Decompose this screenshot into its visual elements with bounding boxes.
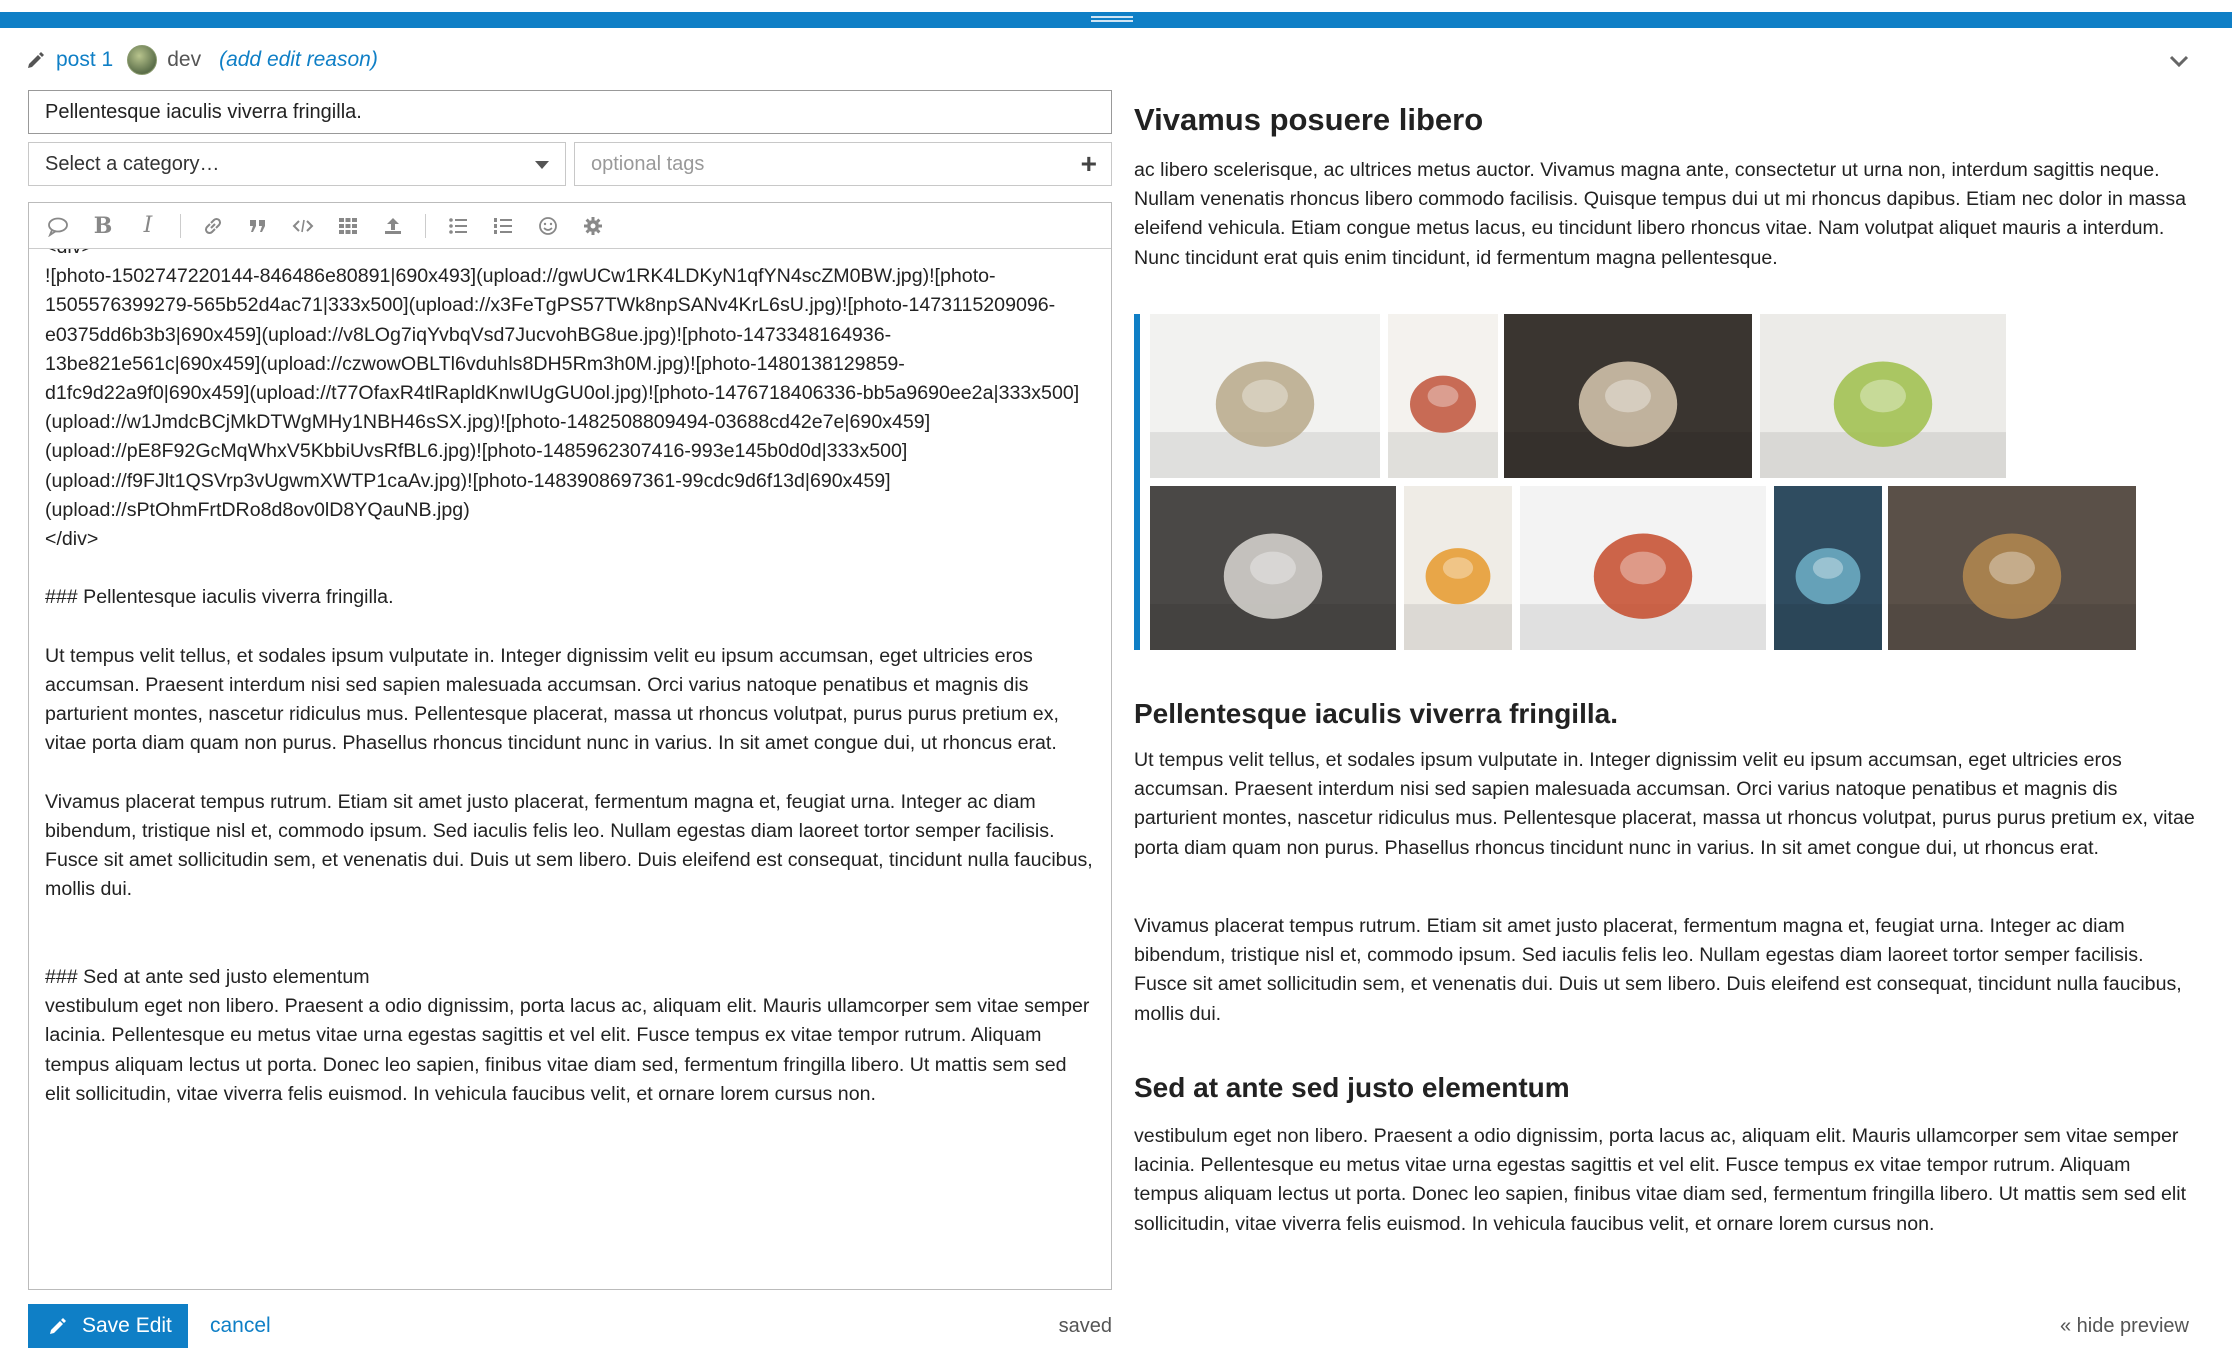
- gear-icon[interactable]: [580, 213, 606, 239]
- editor-toolbar: B I: [29, 203, 1111, 249]
- preview-heading: Pellentesque iaculis viverra fringilla.: [1134, 698, 1618, 729]
- toolbar-divider: [180, 213, 181, 238]
- bold-icon[interactable]: B: [90, 213, 116, 239]
- post-link[interactable]: post 1: [56, 48, 113, 72]
- link-icon[interactable]: [200, 213, 226, 239]
- editor-line: [45, 613, 1095, 642]
- pencil-icon: [28, 52, 44, 68]
- citrus-bottle-photo[interactable]: [1760, 314, 2006, 478]
- preview-pane: Vivamus posuere libero ac libero sceleri…: [1134, 92, 2196, 1292]
- title-input[interactable]: Pellentesque iaculis viverra fringilla.: [28, 90, 1112, 134]
- preview-paragraph: Vivamus placerat tempus rutrum. Etiam si…: [1134, 915, 2182, 1025]
- composer-footer: Save Edit cancel saved: [28, 1304, 1112, 1348]
- code-icon[interactable]: [290, 213, 316, 239]
- berry-tray-photo[interactable]: [1774, 486, 1882, 650]
- chevron-down-icon[interactable]: [2166, 48, 2192, 74]
- editor-line: </div>: [45, 528, 99, 551]
- editor-line: [45, 759, 1095, 788]
- cookie-jar-photo[interactable]: [1150, 486, 1396, 650]
- caret-down-icon: [535, 161, 549, 169]
- editor-line: [45, 905, 1095, 934]
- editor-line: vestibulum eget non libero. Praesent a o…: [45, 995, 1095, 1105]
- editor-content: <div> ![photo-1502747220144-846486e80891|…: [45, 249, 1095, 1109]
- smoothie-glass-photo[interactable]: [1504, 314, 1752, 478]
- composer-resize-bar[interactable]: [0, 0, 2232, 28]
- editor-line: Vivamus placerat tempus rutrum. Etiam si…: [45, 790, 1093, 901]
- cancel-link[interactable]: cancel: [210, 1304, 271, 1348]
- italic-icon[interactable]: I: [135, 213, 161, 239]
- pastries-photo[interactable]: [1888, 486, 2136, 650]
- save-status: saved: [1058, 1315, 1112, 1337]
- resize-grip-icon[interactable]: [1091, 16, 1133, 24]
- preview-paragraph: ac libero scelerisque, ac ultrices metus…: [1134, 159, 2187, 269]
- editor-line: ### Pellentesque iaculis viverra fringil…: [45, 586, 394, 609]
- preview-heading: Vivamus posuere libero: [1134, 102, 1484, 137]
- bullet-list-icon[interactable]: [445, 213, 471, 239]
- editor-line: <div>: [45, 249, 1095, 262]
- editor-line: Ut tempus velit tellus, et sodales ipsum…: [45, 644, 1065, 755]
- editor-line: [45, 554, 1095, 583]
- toolbar-divider: [425, 213, 426, 238]
- emoji-icon[interactable]: [535, 213, 561, 239]
- tags-placeholder: optional tags: [591, 153, 705, 175]
- category-select[interactable]: Select a category…: [28, 142, 566, 186]
- save-edit-button[interactable]: Save Edit: [28, 1304, 188, 1348]
- upload-icon[interactable]: [380, 213, 406, 239]
- save-edit-label: Save Edit: [82, 1314, 172, 1337]
- granola-bowl-photo[interactable]: [1150, 314, 1380, 478]
- fruit-bowl-photo[interactable]: [1520, 486, 1766, 650]
- editor-line: ![photo-1502747220144-846486e80891|690x4…: [45, 265, 1080, 521]
- pencil-icon: [50, 1318, 66, 1334]
- preview-paragraph: Ut tempus velit tellus, et sodales ipsum…: [1134, 749, 2195, 859]
- preview-paragraph: vestibulum eget non libero. Praesent a o…: [1134, 1125, 2187, 1235]
- blockquote-icon[interactable]: [245, 213, 271, 239]
- editor: B I <div> ![photo-1502747220144-846486e80…: [28, 202, 1112, 1290]
- pumpkin-soup-photo[interactable]: [1404, 486, 1512, 650]
- username[interactable]: dev: [167, 48, 201, 72]
- table-icon[interactable]: [335, 213, 361, 239]
- salad-jar-photo[interactable]: [1388, 314, 1498, 478]
- hide-preview-link[interactable]: « hide preview: [2060, 1304, 2189, 1348]
- tags-input[interactable]: optional tags +: [574, 142, 1112, 186]
- editor-line: [45, 934, 1095, 963]
- preview-heading: Sed at ante sed justo elementum: [1134, 1072, 1570, 1103]
- plus-icon[interactable]: +: [1081, 143, 1097, 185]
- category-select-label: Select a category…: [45, 153, 220, 175]
- quote-icon[interactable]: [45, 213, 71, 239]
- reply-header: post 1 dev (add edit reason): [26, 44, 378, 76]
- add-edit-reason-link[interactable]: (add edit reason): [219, 48, 378, 72]
- editor-textarea[interactable]: <div> ![photo-1502747220144-846486e80891|…: [45, 249, 1095, 1283]
- avatar[interactable]: [127, 45, 158, 75]
- image-gallery: [1134, 314, 2140, 650]
- editor-line: ### Sed at ante sed justo elementum: [45, 966, 370, 989]
- numbered-list-icon[interactable]: [490, 213, 516, 239]
